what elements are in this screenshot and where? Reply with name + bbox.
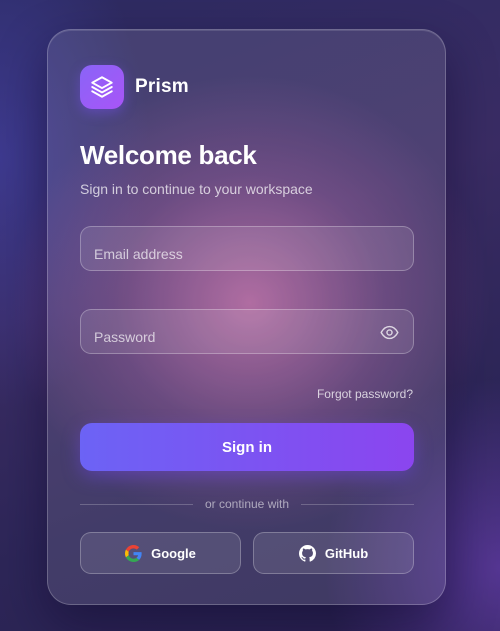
layers-icon [80, 65, 124, 109]
forgot-password-link[interactable]: Forgot password? [317, 387, 413, 401]
google-button[interactable]: Google [80, 532, 241, 574]
sign-in-button[interactable]: Sign in [80, 423, 414, 471]
google-icon [125, 544, 142, 562]
page-subtitle: Sign in to continue to your workspace [80, 181, 313, 197]
github-icon [298, 544, 316, 562]
brand: Prism [80, 65, 189, 109]
github-button[interactable]: GitHub [253, 532, 414, 574]
github-button-label: GitHub [324, 545, 369, 561]
email-input[interactable] [94, 246, 374, 262]
eye-icon[interactable] [379, 323, 399, 341]
login-card: Prism Welcome back Sign in to continue t… [47, 29, 446, 605]
divider: or continue with [80, 496, 415, 512]
page-title: Welcome back [80, 140, 257, 170]
brand-name: Prism [135, 76, 189, 97]
divider-text: or continue with [204, 497, 290, 511]
password-input[interactable] [94, 329, 374, 345]
email-field[interactable] [80, 226, 414, 271]
divider-line-left [80, 503, 193, 505]
google-button-label: Google [151, 545, 196, 561]
divider-line-right [301, 503, 415, 505]
password-field[interactable] [80, 309, 414, 354]
